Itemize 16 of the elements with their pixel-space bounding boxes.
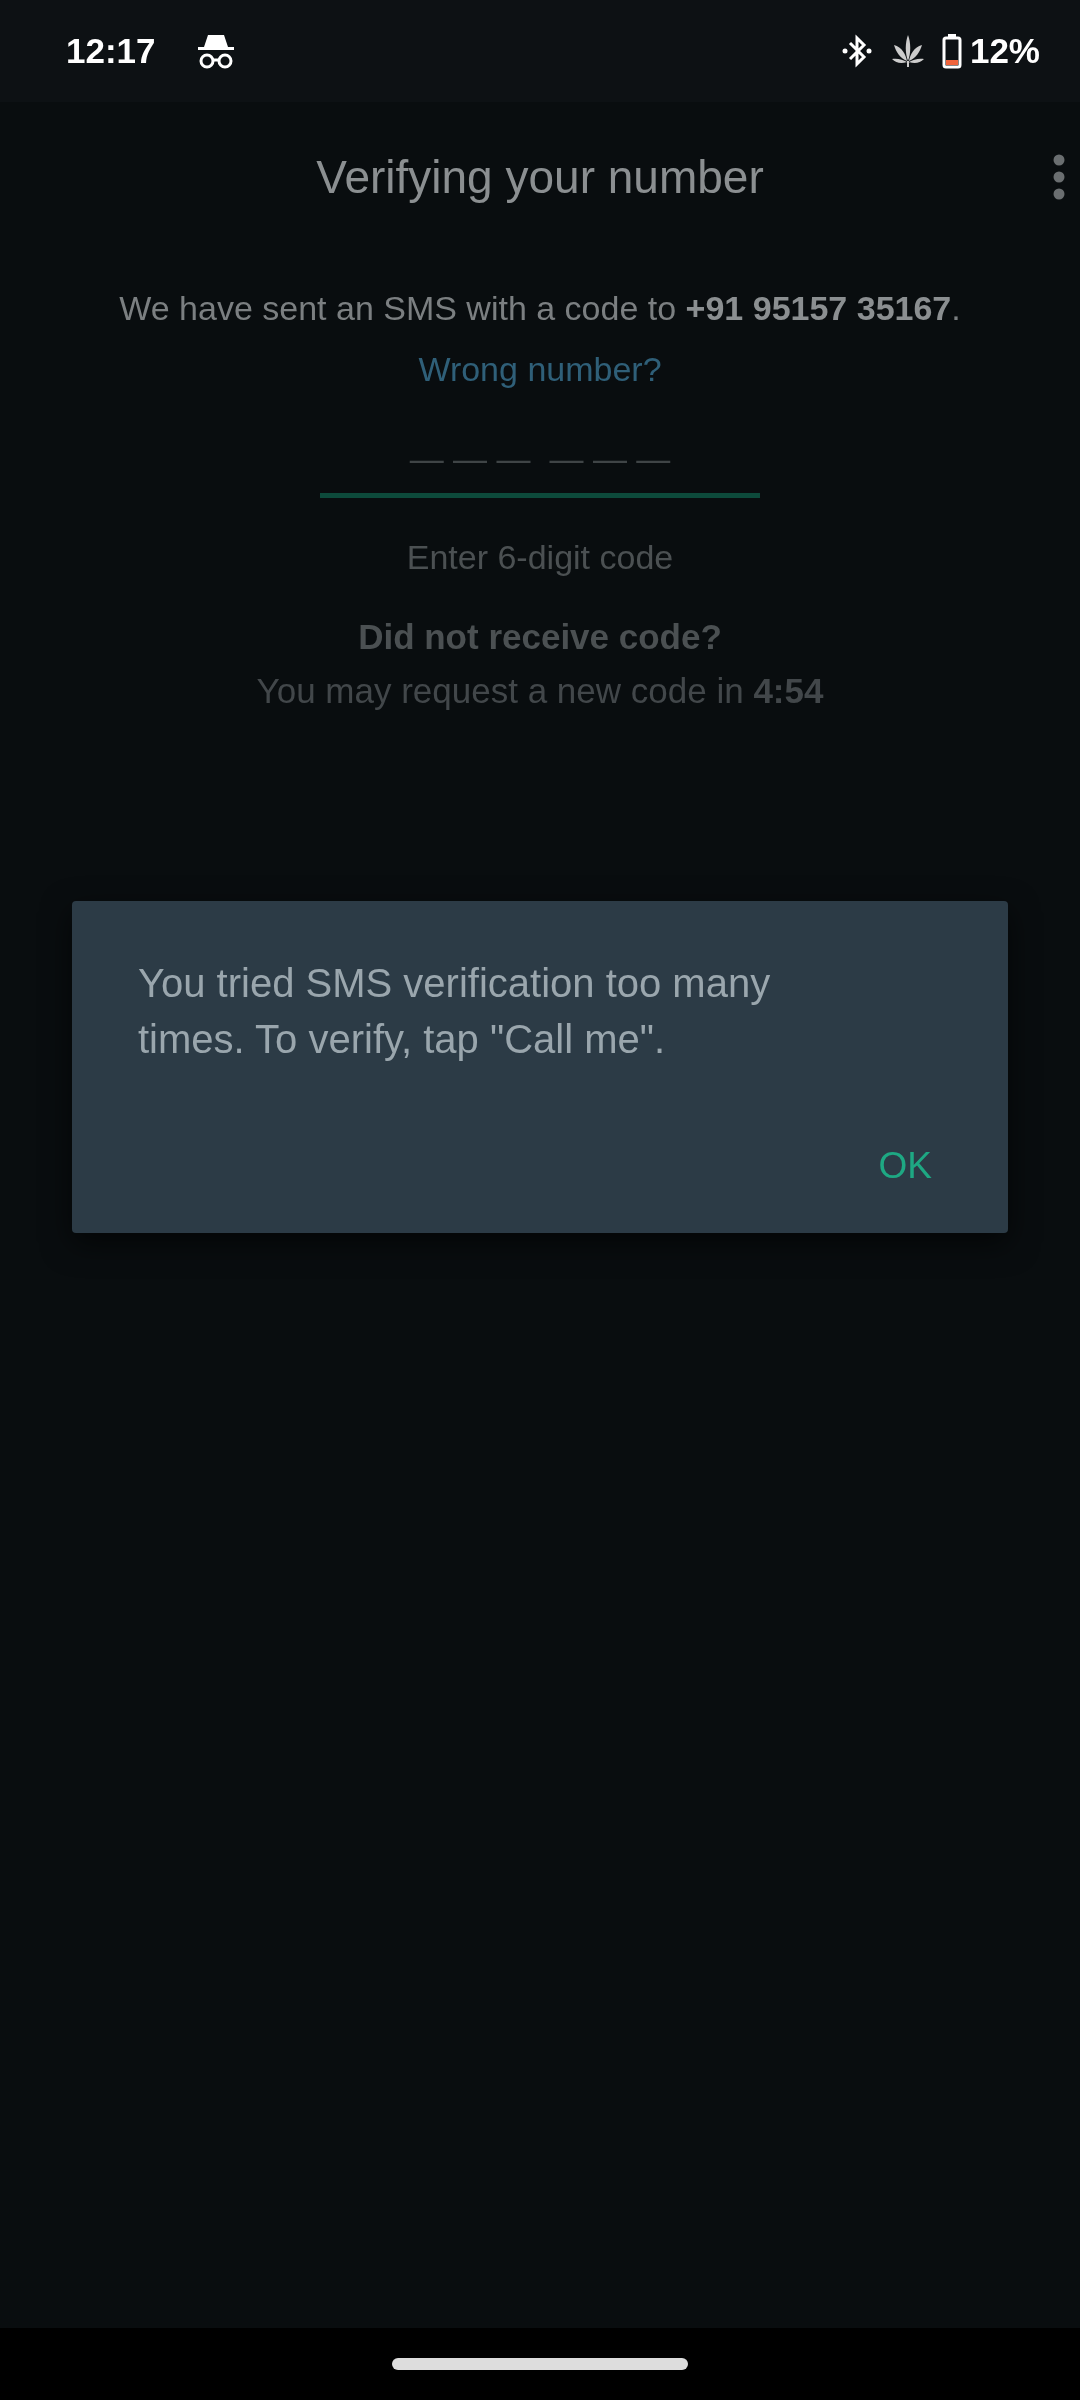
resend-title: Did not receive code? xyxy=(358,617,722,657)
resend-countdown: You may request a new code in 4:54 xyxy=(256,671,824,711)
bluetooth-icon xyxy=(841,33,872,69)
battery-percentage: 12% xyxy=(969,31,1040,71)
screen-title: Verifying your number xyxy=(316,150,764,204)
home-handle[interactable] xyxy=(392,2358,688,2370)
more-options-icon[interactable] xyxy=(1052,154,1066,200)
ok-button[interactable]: OK xyxy=(858,1129,952,1203)
status-time: 12:17 xyxy=(66,31,156,71)
battery-icon xyxy=(941,33,962,69)
wrong-number-link[interactable]: Wrong number? xyxy=(418,350,662,389)
dialog-message: You tried SMS verification too many times. To verify, tap "Call me". xyxy=(138,960,772,1063)
incognito-icon xyxy=(195,33,236,69)
sms-sent-message: We have sent an SMS with a code to +91 95157 35167. xyxy=(119,288,961,329)
code-input-field[interactable]: — — — — — — xyxy=(320,423,760,498)
code-hint: Enter 6-digit code xyxy=(406,538,674,577)
